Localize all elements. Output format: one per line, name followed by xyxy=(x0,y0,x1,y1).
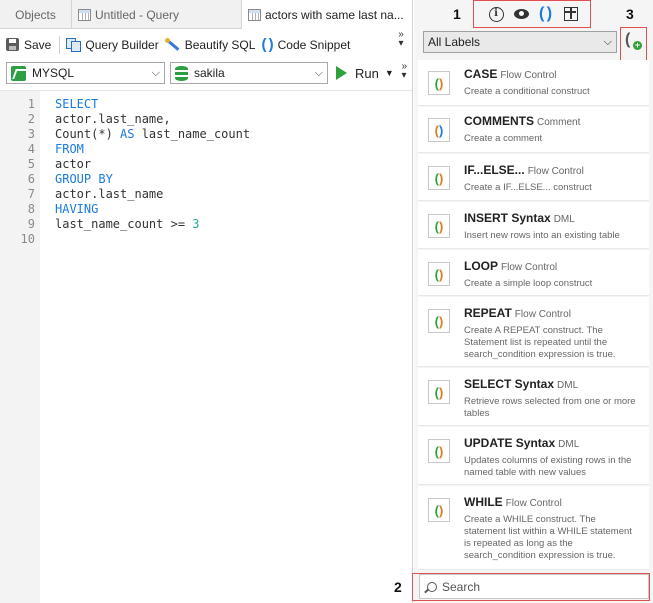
save-button[interactable]: Save xyxy=(6,38,51,52)
tab-actors-query[interactable]: actors with same last na... xyxy=(242,0,413,30)
snippet-item-update[interactable]: () UPDATE Syntax DML Updates columns of e… xyxy=(418,427,649,485)
line-number: 9 xyxy=(27,217,35,231)
panel-toolbar: i ( ) xyxy=(414,0,653,30)
snippet-item-select[interactable]: () SELECT Syntax DML Retrieve rows select… xyxy=(418,368,649,426)
snippet-list: () CASE Flow Control Create a conditional… xyxy=(418,60,649,570)
line-number: 6 xyxy=(27,172,35,186)
snippet-panel: i ( ) 1 3 All Labels ⌵ ( + () CASE Flow C… xyxy=(412,0,653,603)
line-number: 4 xyxy=(27,142,35,156)
snippet-item-case[interactable]: () CASE Flow Control Create a conditional… xyxy=(418,60,649,106)
play-icon xyxy=(336,66,347,80)
query-builder-icon xyxy=(66,38,82,52)
code-snippet-icon: ( ) xyxy=(261,36,273,53)
code-line: actor xyxy=(55,157,92,171)
query-table-icon xyxy=(78,8,91,21)
mysql-icon xyxy=(11,65,26,81)
line-number: 7 xyxy=(27,187,35,201)
tab-bar: Objects Untitled - Query actors with sam… xyxy=(0,0,413,30)
code-line: actor.last_name, xyxy=(55,112,171,126)
snippet-icon: () xyxy=(428,380,450,404)
layout-button[interactable] xyxy=(563,6,579,22)
save-disk-icon xyxy=(6,38,19,51)
editor-toolbar: Save Query Builder Beautify SQL ( ) Code… xyxy=(0,30,413,59)
search-icon xyxy=(427,581,437,592)
code-line: actor.last_name xyxy=(55,187,164,201)
query-builder-button[interactable]: Query Builder xyxy=(66,38,159,52)
annotation-marker-2: 2 xyxy=(394,579,402,595)
tab-objects[interactable]: Objects xyxy=(0,0,72,29)
code-snippet-tab-button[interactable]: ( ) xyxy=(537,5,553,22)
snippet-icon: () xyxy=(428,214,450,238)
line-number: 3 xyxy=(27,127,35,141)
snippet-icon: () xyxy=(428,439,450,463)
line-number: 2 xyxy=(27,112,35,126)
sql-editor[interactable]: 1 2 3 4 5 6 7 8 9 10 SELECT actor.last_n… xyxy=(0,90,412,603)
line-number: 5 xyxy=(27,157,35,171)
query-editor-pane: Objects Untitled - Query actors with sam… xyxy=(0,0,413,603)
annotation-marker-1: 1 xyxy=(453,6,461,22)
snippet-item-while[interactable]: () WHILE Flow Control Create a WHILE cons… xyxy=(418,486,649,570)
label-filter-select[interactable]: All Labels ⌵ xyxy=(423,31,617,53)
run-dropdown-icon[interactable]: ▼ xyxy=(385,68,394,78)
info-icon: i xyxy=(488,6,504,22)
snippet-icon: () xyxy=(428,498,450,522)
run-button[interactable]: Run ▼ xyxy=(336,62,394,84)
plus-icon: + xyxy=(633,40,642,50)
snippet-item-repeat[interactable]: () REPEAT Flow Control Create A REPEAT co… xyxy=(418,297,649,367)
snippet-search-input[interactable]: Search xyxy=(419,574,649,599)
toolbar-overflow-button[interactable]: » ▾ xyxy=(395,29,407,49)
line-number: 8 xyxy=(27,202,35,216)
tab-untitled-query[interactable]: Untitled - Query xyxy=(72,0,242,29)
code-snippet-icon: ( ) xyxy=(538,5,552,22)
line-number: 10 xyxy=(20,232,35,246)
snippet-icon: () xyxy=(428,262,450,286)
eye-icon xyxy=(513,9,529,19)
chevron-down-icon: ⌵ xyxy=(151,67,160,79)
beautify-sql-button[interactable]: Beautify SQL xyxy=(164,37,255,52)
toolbar-divider xyxy=(59,35,61,54)
annotation-marker-3: 3 xyxy=(626,6,634,22)
chevron-down-icon: ⌵ xyxy=(314,67,323,79)
magic-wand-icon xyxy=(164,37,181,52)
database-select[interactable]: sakila ⌵ xyxy=(170,62,328,84)
code-line: Count(*) AS last_name_count xyxy=(55,127,251,141)
line-number: 1 xyxy=(27,97,35,111)
code-line: FROM xyxy=(55,142,84,156)
snippet-item-insert[interactable]: () INSERT Syntax DML Insert new rows into… xyxy=(418,202,649,249)
code-line: last_name_count >= 3 xyxy=(55,217,200,231)
info-button[interactable]: i xyxy=(488,6,504,22)
snippet-item-if-else[interactable]: () IF...ELSE... Flow Control Create a IF.… xyxy=(418,154,649,201)
snippet-item-loop[interactable]: () LOOP Flow Control Create a simple loop… xyxy=(418,250,649,296)
new-snippet-button[interactable]: ( + xyxy=(624,29,644,55)
code-snippet-button[interactable]: ( ) Code Snippet xyxy=(261,36,350,53)
columns-icon xyxy=(564,7,578,21)
connection-toolbar: MYSQL ⌵ sakila ⌵ Run ▼ xyxy=(0,60,413,87)
snippet-icon: () xyxy=(428,71,450,95)
preview-button[interactable] xyxy=(513,6,529,22)
toolbar2-overflow-button[interactable]: » ▾ xyxy=(401,62,407,81)
snippet-item-comments[interactable]: () COMMENTS Comment Create a comment xyxy=(418,107,649,153)
database-icon xyxy=(175,65,188,81)
code-line: GROUP BY xyxy=(55,172,113,186)
code-line: HAVING xyxy=(55,202,99,216)
snippet-icon: () xyxy=(428,309,450,333)
connection-select[interactable]: MYSQL ⌵ xyxy=(6,62,165,84)
double-chevron-icon: » xyxy=(398,29,404,40)
chevron-down-icon: ⌵ xyxy=(603,36,612,48)
snippet-icon: () xyxy=(428,166,450,190)
snippet-icon: () xyxy=(428,118,450,142)
code-line: SELECT xyxy=(55,97,99,111)
new-snippet-icon: ( xyxy=(625,31,631,48)
query-table-icon xyxy=(248,9,261,21)
